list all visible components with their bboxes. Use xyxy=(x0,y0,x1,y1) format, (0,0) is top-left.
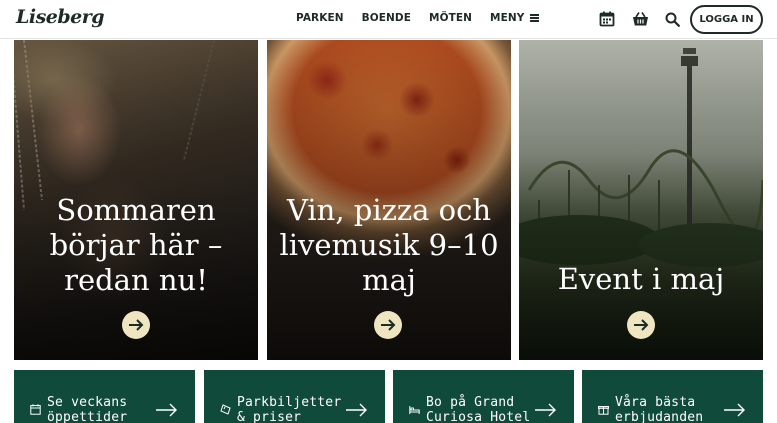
arrow-right-icon[interactable] xyxy=(122,311,150,339)
ticket-icon xyxy=(220,404,231,415)
quick-link-opening-hours[interactable]: Se veckans öppettider xyxy=(14,370,195,423)
promo-card-vin-pizza[interactable]: Vin, pizza och livemusik 9–10 maj xyxy=(267,40,511,360)
calendar-icon[interactable] xyxy=(599,11,615,27)
main-nav: PARKEN BOENDE MÖTEN MENY xyxy=(296,12,557,24)
card-title: Sommaren börjar här – redan nu! xyxy=(49,193,223,297)
arrow-right-icon xyxy=(156,403,177,417)
quick-link-label: Parkbiljetter & priser xyxy=(237,395,342,423)
nav-item-boende[interactable]: BOENDE xyxy=(362,12,411,24)
gift-icon xyxy=(598,406,609,415)
nav-item-parken[interactable]: PARKEN xyxy=(296,12,344,24)
arrow-right-icon[interactable] xyxy=(374,311,402,339)
menu-icon xyxy=(530,12,540,24)
search-icon[interactable] xyxy=(665,12,680,27)
nav-item-moten[interactable]: MÖTEN xyxy=(429,12,472,24)
liseberg-logo[interactable]: Liseberg xyxy=(16,6,105,28)
quick-link-label: Se veckans öppettider xyxy=(47,395,128,423)
quick-link-label: Våra bästa erbjudanden xyxy=(615,395,704,423)
bed-icon xyxy=(409,406,420,414)
card-title: Event i maj xyxy=(557,262,725,296)
arrow-right-icon xyxy=(535,403,556,417)
basket-icon[interactable] xyxy=(632,11,649,27)
nav-item-meny-label: MENY xyxy=(490,12,525,24)
quick-link-offers[interactable]: Våra bästa erbjudanden xyxy=(582,370,763,423)
login-button[interactable]: LOGGA IN xyxy=(690,5,763,34)
arrow-right-icon xyxy=(724,403,745,417)
arrow-right-icon xyxy=(346,403,367,417)
quick-link-hotel[interactable]: Bo på Grand Curiosa Hotel xyxy=(393,370,574,423)
card-title: Vin, pizza och livemusik 9–10 maj xyxy=(279,193,499,297)
quick-link-tickets[interactable]: Parkbiljetter & priser xyxy=(204,370,385,423)
promo-card-event-maj[interactable]: Event i maj xyxy=(519,40,763,360)
promo-card-sommaren[interactable]: Sommaren börjar här – redan nu! xyxy=(14,40,258,360)
site-header: Liseberg PARKEN BOENDE MÖTEN MENY LOGGA … xyxy=(0,0,777,39)
quick-link-label: Bo på Grand Curiosa Hotel xyxy=(426,395,531,423)
arrow-right-icon[interactable] xyxy=(627,311,655,339)
nav-item-meny[interactable]: MENY xyxy=(490,12,540,24)
calendar-icon xyxy=(30,404,41,415)
